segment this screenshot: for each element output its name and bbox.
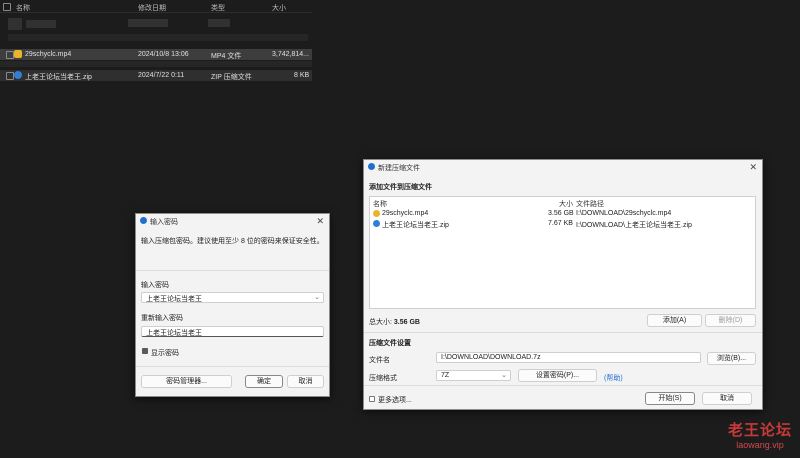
section-add-files: 添加文件到压缩文件 [369,184,432,191]
video-file-icon [373,210,380,217]
app-logo-icon [140,217,147,224]
set-password-button[interactable]: 设置密码(P)... [518,369,597,382]
total-size: 总大小: 3.56 GB [369,317,420,327]
list-item[interactable]: 上老王论坛当老王.zip 2024/7/22 0:11 ZIP 压缩文件 8 K… [0,70,312,81]
file-name: 29schyclc.mp4 [382,210,429,217]
column-path[interactable]: 文件路径 [576,199,604,209]
file-path: I:\DOWNLOAD\上老王论坛当老王.zip [576,222,692,229]
row-checkbox[interactable] [6,72,14,80]
show-password-label: 显示密码 [151,350,179,357]
file-date: 2024/7/22 0:11 [138,72,185,79]
password-hint: 输入压缩包密码。建议使用至少 8 位的密码来保证安全性。 [141,238,324,245]
list-item[interactable]: 29schyclc.mp4 3.56 GB I:\DOWNLOAD\29schy… [370,209,755,219]
video-file-icon [14,50,22,58]
chevron-down-icon[interactable]: ⌄ [314,293,320,301]
row-checkbox[interactable] [6,51,14,59]
format-select[interactable]: 7Z ⌄ [436,370,511,381]
dialog-titlebar: 新建压缩文件 ✕ [364,160,762,174]
password-label: 输入密码 [141,282,169,289]
file-type: MP4 文件 [211,53,242,60]
column-size[interactable]: 大小 [272,3,286,13]
file-type: ZIP 压缩文件 [211,74,252,81]
divider [136,366,329,367]
browse-button[interactable]: 浏览(B)... [707,352,756,365]
explorer-column-header: 名称 修改日期 类型 大小 [0,0,312,13]
file-name: 上老王论坛当老王.zip [25,74,92,81]
divider [364,385,762,386]
watermark-url: laowang.vip [736,440,784,450]
ok-button[interactable]: 确定 [245,375,283,388]
dialog-title: 输入密码 [150,219,178,226]
filename-input[interactable]: I:\DOWNLOAD\DOWNLOAD.7z [436,352,701,363]
file-date: 2024/10/8 13:06 [138,51,189,58]
blurred-row [0,61,312,67]
column-name[interactable]: 名称 [373,199,387,209]
confirm-password-value: 上老王论坛当老王 [146,330,202,337]
section-archive-settings: 压缩文件设置 [369,340,411,347]
file-size: 8 KB [294,72,310,79]
divider [136,270,329,271]
dialog-titlebar: 输入密码 ✕ [136,214,329,228]
password-input[interactable]: 上老王论坛当老王 ⌄ [141,292,324,303]
new-archive-dialog: 新建压缩文件 ✕ 添加文件到压缩文件 名称 大小 文件路径 29schyclc.… [363,159,763,410]
list-item[interactable]: 上老王论坛当老王.zip 7.67 KB I:\DOWNLOAD\上老王论坛当老… [370,219,755,229]
list-item[interactable]: 29schyclc.mp4 2024/10/8 13:06 MP4 文件 3,7… [0,49,312,60]
file-size: 3.56 GB [548,210,574,217]
password-manager-button[interactable]: 密码管理器... [141,375,232,388]
confirm-password-input[interactable]: 上老王论坛当老王 [141,326,324,337]
zip-file-icon [373,220,380,227]
format-label: 压缩格式 [369,375,397,382]
file-size: 7.67 KB [548,220,573,227]
password-value: 上老王论坛当老王 [146,296,202,303]
file-size: 3,742,814... [272,51,309,58]
file-list[interactable]: 名称 大小 文件路径 29schyclc.mp4 3.56 GB I:\DOWN… [369,196,756,309]
watermark-title: 老王论坛 [727,422,792,439]
format-value: 7Z [441,372,450,379]
show-password-checkbox[interactable] [142,348,148,354]
column-size[interactable]: 大小 [559,199,573,209]
column-name[interactable]: 名称 [16,3,30,13]
close-icon[interactable]: ✕ [316,216,324,227]
cancel-button[interactable]: 取消 [287,375,324,388]
file-path: I:\DOWNLOAD\29schyclc.mp4 [576,210,672,217]
site-watermark: 老王论坛 laowang.vip [728,419,792,450]
more-options-checkbox[interactable] [369,396,375,402]
column-date[interactable]: 修改日期 [138,3,166,13]
total-size-label: 总大小: [369,319,392,326]
delete-button[interactable]: 删除(D) [705,314,756,327]
start-button[interactable]: 开始(S) [645,392,695,405]
help-link[interactable]: (帮助) [604,373,623,383]
select-all-checkbox[interactable] [3,3,11,11]
filename-label: 文件名 [369,357,390,364]
zip-file-icon [14,71,22,79]
cancel-button[interactable]: 取消 [702,392,752,405]
app-logo-icon [368,163,375,170]
total-size-value: 3.56 GB [393,319,420,326]
add-button[interactable]: 添加(A) [647,314,702,327]
file-name: 上老王论坛当老王.zip [382,222,449,229]
file-name: 29schyclc.mp4 [25,51,72,58]
password-dialog: 输入密码 ✕ 输入压缩包密码。建议使用至少 8 位的密码来保证安全性。 输入密码… [135,213,330,397]
file-explorer-list: 名称 修改日期 类型 大小 29schyclc.mp4 2024/10/8 13… [0,0,312,84]
more-options-label: 更多选项... [378,397,412,404]
blurred-rows [8,14,308,46]
dialog-title: 新建压缩文件 [378,165,420,172]
divider [364,332,762,333]
column-type[interactable]: 类型 [211,3,225,13]
confirm-password-label: 重新输入密码 [141,315,183,322]
close-icon[interactable]: ✕ [749,162,757,173]
chevron-down-icon[interactable]: ⌄ [501,371,507,379]
